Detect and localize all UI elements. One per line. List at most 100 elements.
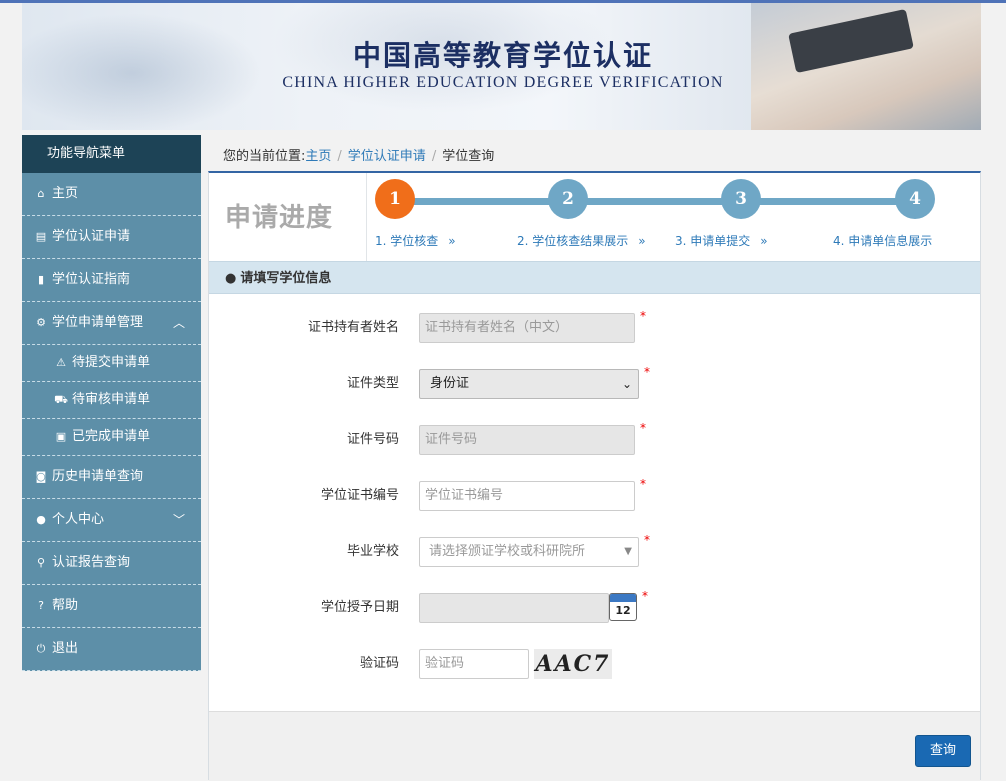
form-row-captcha: 验证码 验证码 AAC7 — [209, 649, 980, 681]
chevron-double-right-icon: » — [760, 234, 768, 248]
sidebar-item-logout[interactable]: ⏻ 退出 — [22, 628, 201, 671]
chevron-down-icon: ⌄ — [621, 377, 632, 391]
progress-step-4: 4 — [895, 179, 935, 219]
captcha-input[interactable]: 验证码 — [419, 649, 529, 679]
query-button[interactable]: 查询 — [915, 735, 971, 767]
progress-step-label: 4. 申请单信息展示 — [833, 234, 933, 248]
sidebar-subitem-completed[interactable]: ▣ 已完成申请单 — [22, 419, 201, 456]
form-section-title: 请填写学位信息 — [240, 271, 332, 286]
field-label: 证书持有者姓名 — [307, 320, 399, 335]
field-label: 学位证书编号 — [320, 488, 399, 503]
id-type-selected-value: 身份证 — [430, 376, 470, 391]
breadcrumb: 您的当前位置:主页 / 学位认证申请 / 学位查询 — [223, 145, 494, 164]
required-mark: * — [640, 477, 646, 491]
sidebar-item-apply[interactable]: ▤ 学位认证申请 — [22, 216, 201, 259]
sidebar-nav: 功能导航菜单 ⌂ 主页 ▤ 学位认证申请 ▮ 学位认证指南 ⚙ 学位申请单管理 ︿ ⚠ 待… — [22, 135, 201, 671]
sidebar-item-label: 学位申请单管理 — [52, 315, 144, 330]
progress-step-label: 1. 学位核查» — [375, 234, 456, 248]
sidebar-item-label: 待审核申请单 — [72, 392, 151, 407]
main-panel: 申请进度 1 2 3 4 1. 学位核查» 2. 学位核查结果展示» 3. 申请… — [208, 171, 981, 781]
breadcrumb-prefix: 您的当前位置: — [223, 149, 306, 164]
captcha-image[interactable]: AAC7 — [534, 649, 612, 679]
required-mark: * — [644, 533, 650, 547]
sidebar-subitem-pending-review[interactable]: ⛟ 待审核申请单 — [22, 382, 201, 419]
calendar-icon-header — [610, 594, 636, 602]
breadcrumb-separator: / — [337, 149, 342, 164]
required-mark: * — [642, 589, 648, 603]
sidebar-item-guide[interactable]: ▮ 学位认证指南 — [22, 259, 201, 302]
power-icon: ⏻ — [36, 642, 46, 655]
sidebar-item-label: 已完成申请单 — [72, 429, 151, 444]
help-icon: ? — [38, 599, 44, 612]
progress-step-2: 2 — [548, 179, 588, 219]
sidebar-item-help[interactable]: ? 帮助 — [22, 585, 201, 628]
field-label: 毕业学校 — [346, 544, 399, 559]
sidebar-item-personal-center[interactable]: ● 个人中心 ﹀ — [22, 499, 201, 542]
field-label: 证件类型 — [346, 376, 399, 391]
document-icon: ▤ — [35, 230, 47, 243]
progress-step-label: 3. 申请单提交» — [675, 234, 768, 248]
user-icon: ● — [36, 513, 46, 526]
progress-step-1: 1 — [375, 179, 415, 219]
form-row-certificate-number: 学位证书编号 学位证书编号 * — [209, 477, 980, 513]
progress-step-label: 2. 学位核查结果展示» — [517, 234, 646, 248]
chevron-up-icon: ︿ — [172, 316, 185, 330]
holder-name-input[interactable]: 证书持有者姓名（中文） — [419, 313, 635, 343]
warning-icon: ⚠ — [56, 356, 66, 369]
camera-icon: ◙ — [35, 470, 47, 483]
sidebar-item-report-query[interactable]: ⚲ 认证报告查询 — [22, 542, 201, 585]
form-row-id-number: 证件号码 证件号码 * — [209, 421, 980, 457]
field-label: 学位授予日期 — [320, 600, 399, 615]
calendar-icon[interactable]: 12 — [609, 593, 637, 621]
sidebar-item-history[interactable]: ◙ 历史申请单查询 — [22, 456, 201, 499]
form-row-holder-name: 证书持有者姓名 证书持有者姓名（中文） * — [209, 309, 980, 345]
progress-track — [395, 198, 931, 205]
form-row-id-type: 证件类型 身份证 ⌄ * — [209, 365, 980, 401]
sidebar-subitem-pending-submit[interactable]: ⚠ 待提交申请单 — [22, 345, 201, 382]
gear-icon: ⚙ — [36, 316, 46, 329]
sidebar-item-home[interactable]: ⌂ 主页 — [22, 173, 201, 216]
form-row-school: 毕业学校 请选择颁证学校或科研院所 ▼ * — [209, 533, 980, 569]
required-mark: * — [640, 309, 646, 323]
progress-step-3: 3 — [721, 179, 761, 219]
progress-divider — [366, 173, 367, 261]
school-combobox[interactable]: 请选择颁证学校或科研院所 ▼ — [419, 537, 639, 567]
degree-date-input[interactable] — [419, 593, 609, 623]
sidebar-item-label: 学位认证申请 — [52, 229, 131, 244]
bookmark-icon: ▮ — [37, 273, 45, 286]
sidebar-item-label: 学位认证指南 — [52, 272, 131, 287]
id-type-select[interactable]: 身份证 ⌄ — [419, 369, 639, 399]
sidebar-item-label: 待提交申请单 — [72, 355, 151, 370]
id-number-input[interactable]: 证件号码 — [419, 425, 635, 455]
field-label: 证件号码 — [346, 432, 399, 447]
breadcrumb-current: 学位查询 — [442, 149, 495, 164]
search-icon: ⚲ — [36, 556, 46, 569]
required-mark: * — [644, 365, 650, 379]
sidebar-item-label: 个人中心 — [52, 512, 105, 527]
chevron-double-right-icon: » — [448, 234, 456, 248]
sidebar-item-label: 退出 — [52, 641, 79, 656]
site-subtitle: CHINA HIGHER EDUCATION DEGREE VERIFICATI… — [282, 74, 724, 91]
chevron-double-right-icon: » — [638, 234, 646, 248]
site-title: 中国高等教育学位认证 — [352, 39, 653, 72]
user-icon: ● — [225, 271, 237, 286]
cart-icon: ⛟ — [54, 393, 68, 406]
form-section-header: ● 请填写学位信息 — [209, 261, 980, 294]
sidebar-item-label: 帮助 — [52, 598, 79, 613]
form-row-degree-date: 学位授予日期 12 * — [209, 589, 980, 625]
certificate-number-input[interactable]: 学位证书编号 — [419, 481, 635, 511]
required-mark: * — [640, 421, 646, 435]
breadcrumb-link-home[interactable]: 主页 — [305, 149, 331, 164]
breadcrumb-link-apply[interactable]: 学位认证申请 — [348, 149, 426, 164]
breadcrumb-separator: / — [431, 149, 437, 164]
sidebar-header: 功能导航菜单 — [22, 135, 201, 173]
chevron-down-icon: ﹀ — [172, 513, 185, 527]
school-placeholder: 请选择颁证学校或科研院所 — [429, 544, 586, 559]
progress-title: 申请进度 — [225, 203, 334, 233]
calendar-icon-day: 12 — [615, 604, 631, 617]
field-label: 验证码 — [359, 656, 399, 671]
sidebar-item-label: 历史申请单查询 — [52, 469, 144, 484]
home-icon: ⌂ — [37, 187, 45, 200]
sidebar-item-label: 认证报告查询 — [52, 555, 131, 570]
sidebar-item-application-management[interactable]: ⚙ 学位申请单管理 ︿ — [22, 302, 201, 345]
